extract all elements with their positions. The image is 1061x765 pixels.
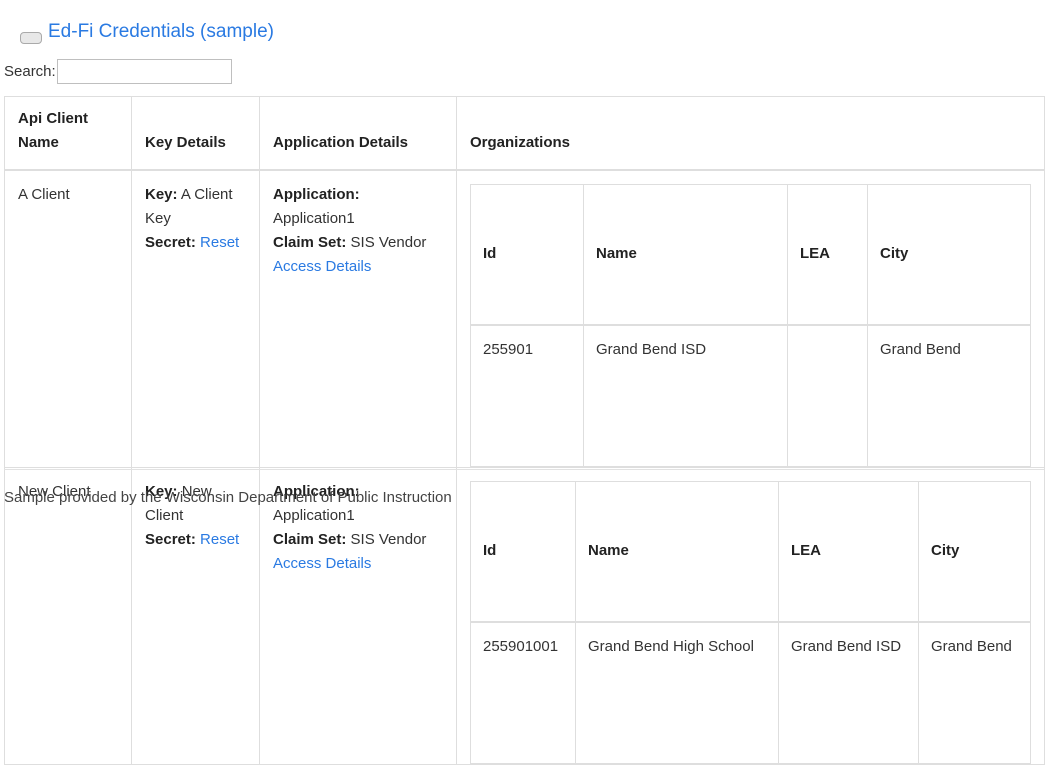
org-row: 255901 Grand Bend ISD Grand Bend	[470, 324, 1031, 467]
reset-secret-link[interactable]: Reset	[200, 234, 239, 251]
column-header-application-details[interactable]: Application Details	[259, 96, 457, 171]
page: Ed-Fi Credentials (sample) Search: Api C…	[0, 0, 1061, 765]
header: Ed-Fi Credentials (sample)	[20, 20, 274, 44]
org-lea	[787, 324, 868, 467]
search-input[interactable]	[56, 59, 232, 84]
org-column-id: Id	[470, 480, 576, 623]
claimset-value: SIS Vendor	[350, 530, 427, 548]
org-row: 255901001 Grand Bend High School Grand B…	[470, 621, 1031, 764]
page-title-link[interactable]: Ed-Fi Credentials (sample)	[48, 21, 274, 43]
access-details-link[interactable]: Access Details	[273, 258, 371, 275]
column-header-api-client-name[interactable]: Api Client Name	[4, 96, 132, 171]
org-column-id: Id	[470, 183, 584, 326]
organizations-cell: Id Name LEA City 255901001 Grand Bend Hi…	[456, 466, 1045, 765]
claimset-label: Claim Set:	[273, 530, 347, 548]
org-column-lea: LEA	[787, 183, 868, 326]
client-name: A Client	[18, 185, 70, 203]
org-header-row: Id Name LEA City	[470, 183, 1031, 326]
org-header-row: Id Name LEA City	[470, 480, 1031, 623]
claimset-value: SIS Vendor	[350, 233, 427, 251]
key-details-cell: Key: New Client Secret: Reset	[131, 466, 260, 765]
org-column-lea: LEA	[778, 480, 919, 623]
reset-secret-link[interactable]: Reset	[200, 531, 239, 548]
key-details-cell: Key: A Client Key Secret: Reset	[131, 169, 260, 468]
org-column-city: City	[918, 480, 1031, 623]
search-bar: Search:	[4, 59, 232, 84]
client-name-cell: New Client	[4, 466, 132, 765]
footer-divider	[4, 469, 1044, 470]
organizations-table: Id Name LEA City 255901 Grand Bend ISD G…	[470, 183, 1031, 467]
application-details-cell: Application: Application1 Claim Set: SIS…	[259, 466, 457, 765]
client-name-cell: A Client	[4, 169, 132, 468]
access-details-link[interactable]: Access Details	[273, 555, 371, 572]
key-label: Key:	[145, 185, 178, 203]
table-row: New Client Key: New Client Secret: Reset…	[4, 466, 1045, 765]
org-column-name: Name	[575, 480, 779, 623]
column-header-organizations[interactable]: Organizations	[456, 96, 1045, 171]
collapse-toggle-button[interactable]	[20, 32, 42, 44]
org-column-city: City	[867, 183, 1031, 326]
footer-text: Sample provided by the Wisconsin Departm…	[4, 489, 452, 506]
organizations-table: Id Name LEA City 255901001 Grand Bend Hi…	[470, 480, 1031, 764]
org-lea: Grand Bend ISD	[778, 621, 919, 764]
org-id: 255901001	[470, 621, 576, 764]
table-header-row: Api Client Name Key Details Application …	[4, 96, 1045, 171]
application-details-cell: Application: Application1 Claim Set: SIS…	[259, 169, 457, 468]
table-row: A Client Key: A Client Key Secret: Reset…	[4, 169, 1045, 468]
org-name: Grand Bend ISD	[583, 324, 788, 467]
org-name: Grand Bend High School	[575, 621, 779, 764]
org-city: Grand Bend	[918, 621, 1031, 764]
org-city: Grand Bend	[867, 324, 1031, 467]
organizations-cell: Id Name LEA City 255901 Grand Bend ISD G…	[456, 169, 1045, 468]
claimset-label: Claim Set:	[273, 233, 347, 251]
search-label: Search:	[4, 63, 56, 80]
credentials-table: Api Client Name Key Details Application …	[4, 96, 1045, 765]
secret-label: Secret:	[145, 530, 196, 548]
application-label: Application:	[273, 185, 360, 203]
column-header-key-details[interactable]: Key Details	[131, 96, 260, 171]
org-column-name: Name	[583, 183, 788, 326]
secret-label: Secret:	[145, 233, 196, 251]
application-value: Application1	[273, 209, 355, 227]
application-value: Application1	[273, 506, 355, 524]
org-id: 255901	[470, 324, 584, 467]
